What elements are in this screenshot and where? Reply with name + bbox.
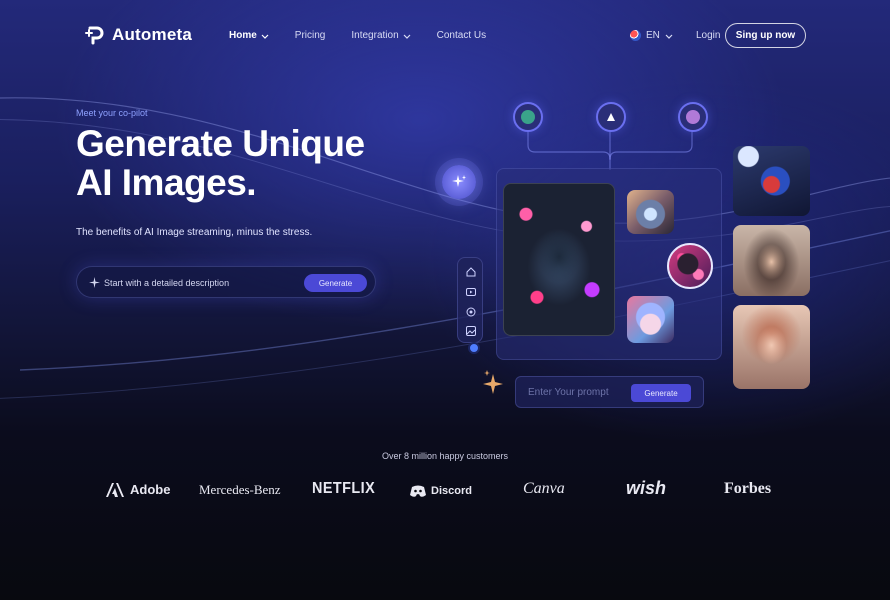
generated-image-cat[interactable] bbox=[627, 296, 674, 343]
brand-mercedes: Mercedes-Benz bbox=[199, 482, 281, 497]
hero-search-bar[interactable]: Start with a detailed description Genera… bbox=[76, 266, 376, 298]
brand-forbes: Forbes bbox=[724, 480, 772, 497]
nav-item-integration[interactable]: Integration bbox=[351, 30, 411, 41]
language-selector[interactable]: EN bbox=[630, 30, 673, 41]
nav-label: Home bbox=[229, 30, 257, 41]
cursor-indicator bbox=[468, 342, 480, 354]
chevron-down-icon bbox=[261, 34, 269, 39]
home-icon[interactable] bbox=[465, 266, 477, 278]
signup-button[interactable]: Sing up now bbox=[725, 23, 806, 48]
hero-headline: Generate Unique AI Images. bbox=[76, 124, 365, 202]
settings-icon[interactable] bbox=[465, 306, 477, 318]
nav-item-pricing[interactable]: Pricing bbox=[295, 30, 326, 41]
brand-label: Discord bbox=[431, 485, 472, 497]
nav-item-home[interactable]: Home bbox=[229, 30, 269, 41]
prompt-generate-button[interactable]: Generate bbox=[631, 384, 691, 402]
model-node-1[interactable] bbox=[513, 102, 543, 132]
model-node-3[interactable] bbox=[678, 102, 708, 132]
showcase-image-woman-glasses[interactable] bbox=[733, 225, 810, 296]
showcase-image-superhero[interactable] bbox=[733, 146, 810, 216]
generated-image-sphere[interactable] bbox=[627, 190, 674, 234]
brand-canva: Canva bbox=[523, 480, 565, 497]
chevron-down-icon bbox=[665, 34, 673, 39]
avatar-icon bbox=[686, 110, 700, 124]
us-flag-icon bbox=[630, 30, 641, 41]
login-link[interactable]: Login bbox=[696, 30, 720, 41]
sparkle-icon bbox=[452, 175, 466, 187]
ai-sparkle-node[interactable] bbox=[442, 165, 476, 199]
logo-text: Autometa bbox=[112, 25, 192, 44]
customers-caption: Over 8 million happy customers bbox=[381, 451, 509, 461]
hero-generate-button[interactable]: Generate bbox=[304, 274, 367, 292]
brand-label: Adobe bbox=[130, 482, 171, 497]
nav-label: Pricing bbox=[294, 30, 326, 41]
prompt-placeholder[interactable]: Enter Your prompt bbox=[528, 387, 609, 398]
sail-icon bbox=[607, 113, 615, 121]
model-node-2[interactable] bbox=[596, 102, 626, 132]
shield-icon bbox=[521, 110, 535, 124]
brand-discord: Discord bbox=[410, 485, 472, 497]
logo-icon bbox=[85, 26, 104, 45]
brand-wish: wish bbox=[626, 478, 667, 498]
generated-image-portrait[interactable] bbox=[667, 243, 713, 289]
hero-subline: The benefits of AI Image streaming, minu… bbox=[76, 227, 313, 238]
brand-netflix: NETFLIX bbox=[312, 480, 376, 497]
showcase-image-woman-portrait[interactable] bbox=[733, 305, 810, 389]
nav-label: Integration bbox=[351, 30, 399, 41]
headline-line-2: AI Images. bbox=[76, 162, 257, 203]
nav-item-contact[interactable]: Contact Us bbox=[437, 30, 486, 41]
discord-logo-icon bbox=[410, 485, 426, 497]
video-icon[interactable] bbox=[465, 286, 477, 298]
sparkle-icon bbox=[89, 277, 100, 288]
image-icon[interactable] bbox=[465, 325, 477, 337]
brand-adobe: Adobe bbox=[106, 482, 170, 497]
language-label: EN bbox=[646, 30, 660, 41]
hero-eyebrow: Meet your co-pilot bbox=[76, 108, 148, 118]
site-header: Autometa Home Pricing Integration Contac… bbox=[0, 0, 890, 72]
nav-label: Contact Us bbox=[436, 30, 487, 41]
headline-line-1: Generate Unique bbox=[76, 123, 365, 164]
sparkle-icon bbox=[483, 370, 503, 394]
hero-search-placeholder[interactable]: Start with a detailed description bbox=[104, 278, 229, 288]
tool-sidebar bbox=[457, 257, 483, 343]
prompt-bar[interactable]: Enter Your prompt Generate bbox=[515, 376, 704, 408]
logo[interactable]: Autometa bbox=[84, 24, 192, 46]
adobe-logo-icon bbox=[106, 482, 124, 497]
chevron-down-icon bbox=[403, 34, 411, 39]
generated-image-panda[interactable] bbox=[503, 183, 615, 336]
main-nav: Home Pricing Integration Contact Us bbox=[229, 30, 486, 41]
